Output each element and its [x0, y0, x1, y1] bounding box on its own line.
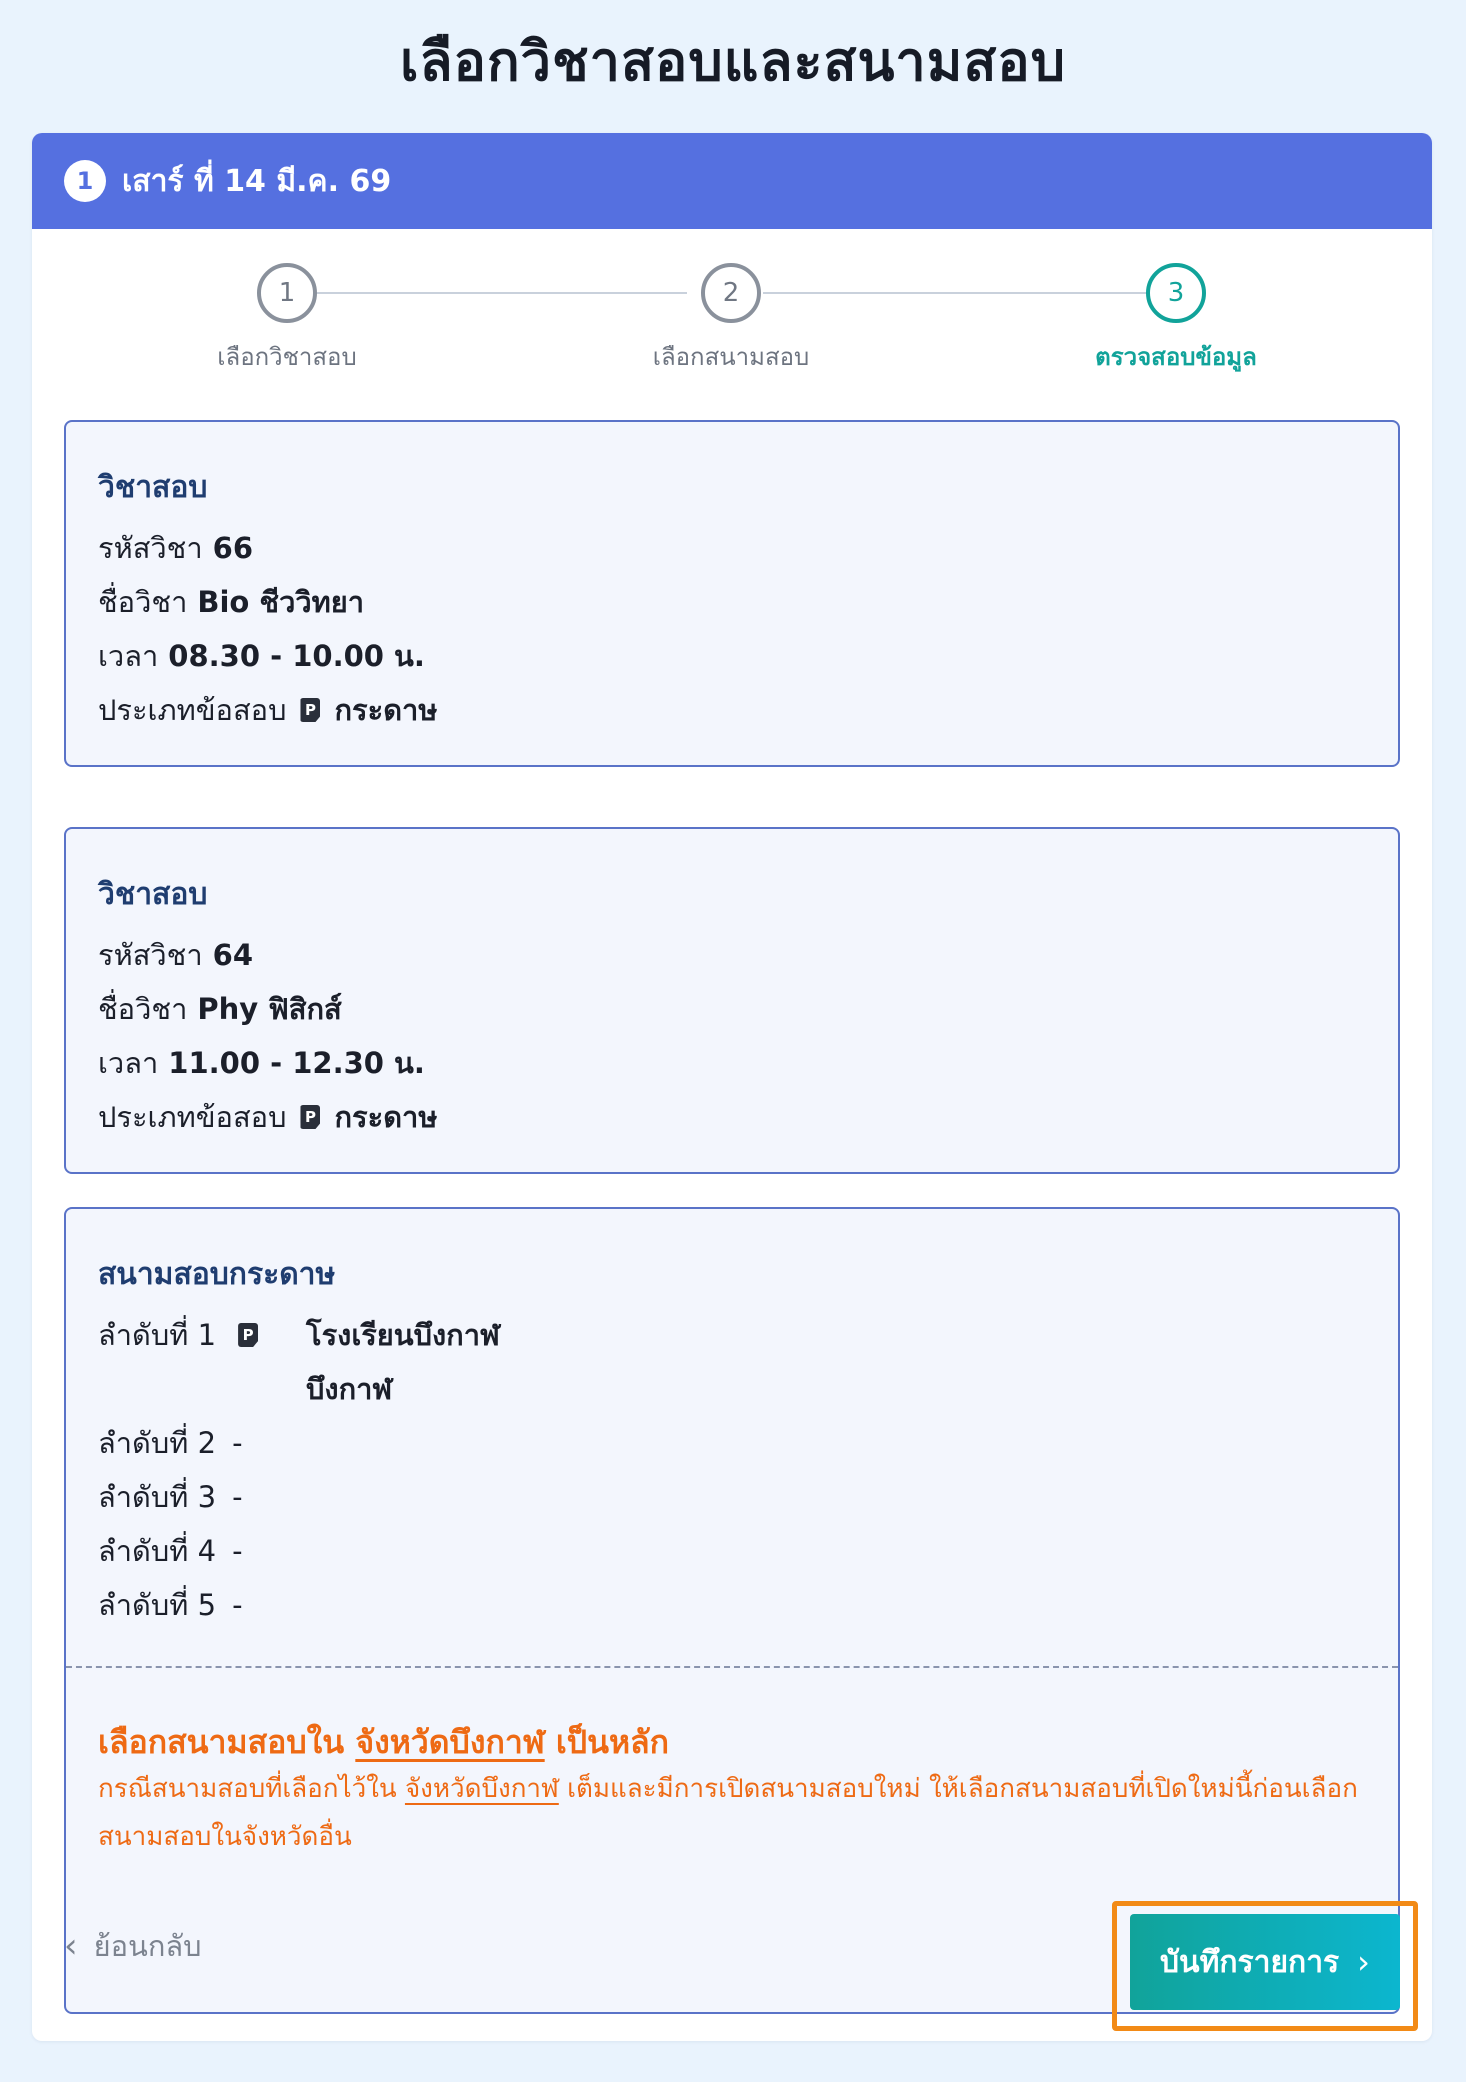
subject-name-row: ชื่อวิชา Phy ฟิสิกส์ — [98, 986, 342, 1032]
date-number-badge: 1 — [64, 160, 106, 202]
subject-box: วิชาสอบ รหัสวิชา 66 ชื่อวิชา Bio ชีววิทย… — [64, 420, 1400, 767]
subject-box: วิชาสอบ รหัสวิชา 64 ชื่อวิชา Phy ฟิสิกส์… — [64, 827, 1400, 1174]
exam-card: 1 เสาร์ ที่ 14 มี.ค. 69 1 เลือกวิชาสอบ 2… — [32, 133, 1432, 2041]
venue-empty-value: - — [232, 1588, 243, 1622]
province-note-title: เลือกสนามสอบใน จังหวัดบึงกาฬ เป็นหลัก — [98, 1717, 669, 1768]
subject-time-row: เวลา 08.30 - 10.00 น. — [98, 633, 425, 679]
date-header-text: เสาร์ ที่ 14 มี.ค. 69 — [122, 163, 392, 199]
venue-box: สนามสอบกระดาษ ลำดับที่ 1 P โรงเรียนบึงกา… — [64, 1207, 1400, 2014]
subject-time-row: เวลา 11.00 - 12.30 น. — [98, 1040, 425, 1086]
subject-type-label: ประเภทข้อสอบ — [98, 1100, 287, 1134]
save-label: บันทึกรายการ — [1160, 1944, 1340, 1980]
venue-rank-label: ลำดับที่ 2 — [98, 1426, 217, 1460]
paper-icon: P — [238, 1323, 259, 1347]
venue-name: โรงเรียนบึงกาฬ — [306, 1318, 500, 1352]
note-title-province: จังหวัดบึงกาฬ — [355, 1723, 545, 1761]
subject-name-label: ชื่อวิชา — [98, 992, 188, 1026]
step-label: เลือกสนามสอบ — [652, 343, 810, 371]
subject-name-label: ชื่อวิชา — [98, 585, 188, 619]
subject-time: 11.00 - 12.30 น. — [168, 1046, 425, 1080]
note-title-post: เป็นหลัก — [555, 1723, 670, 1761]
page-title: เลือกวิชาสอบและสนามสอบ — [400, 30, 1066, 93]
paper-icon: P — [300, 698, 321, 722]
venue-rank-1: ลำดับที่ 1 P — [98, 1312, 272, 1358]
save-button[interactable]: บันทึกรายการ › — [1130, 1914, 1400, 2010]
subject-name: Bio ชีววิทยา — [197, 585, 365, 619]
subject-name: Phy ฟิสิกส์ — [197, 992, 342, 1026]
subject-code-row: รหัสวิชา 64 — [98, 932, 253, 978]
chevron-right-icon: › — [1357, 1943, 1370, 1981]
note-text-pre: กรณีสนามสอบที่เลือกไว้ใน — [98, 1774, 397, 1804]
back-button[interactable]: ‹ ย้อนกลับ — [64, 1923, 202, 1969]
subject-type-label: ประเภทข้อสอบ — [98, 693, 287, 727]
subject-type: กระดาษ — [334, 693, 438, 727]
venue-title: สนามสอบกระดาษ — [98, 1257, 336, 1292]
step-number: 1 — [257, 263, 317, 323]
venue-rank-5: ลำดับที่ 5 - — [98, 1582, 243, 1628]
subject-time: 08.30 - 10.00 น. — [168, 639, 425, 673]
subject-code-row: รหัสวิชา 66 — [98, 525, 253, 571]
venue-rank-label: ลำดับที่ 1 — [98, 1318, 217, 1352]
province-note-text: กรณีสนามสอบที่เลือกไว้ใน จังหวัดบึงกาฬ เ… — [98, 1765, 1378, 1861]
subject-code-label: รหัสวิชา — [98, 938, 203, 972]
subject-title: วิชาสอบ — [98, 470, 208, 505]
step-review: 3 ตรวจสอบข้อมูล — [1026, 263, 1326, 376]
subject-code: 66 — [212, 531, 254, 565]
subject-name-row: ชื่อวิชา Bio ชีววิทยา — [98, 579, 364, 625]
date-header: 1 เสาร์ ที่ 14 มี.ค. 69 — [32, 133, 1432, 229]
venue-empty-value: - — [232, 1534, 243, 1568]
venue-empty-value: - — [232, 1426, 243, 1460]
step-number: 2 — [701, 263, 761, 323]
note-title-pre: เลือกสนามสอบใน — [98, 1723, 345, 1761]
venue-rank-4: ลำดับที่ 4 - — [98, 1528, 243, 1574]
dashed-divider — [66, 1666, 1398, 1668]
step-label: ตรวจสอบข้อมูล — [1095, 343, 1257, 371]
venue-rank-label: ลำดับที่ 4 — [98, 1534, 217, 1568]
step-number: 3 — [1146, 263, 1206, 323]
stepper: 1 เลือกวิชาสอบ 2 เลือกสนามสอบ 3 ตรวจสอบข… — [32, 263, 1432, 383]
note-text-province: จังหวัดบึงกาฬ — [404, 1774, 559, 1804]
subject-type: กระดาษ — [334, 1100, 438, 1134]
venue-empty-value: - — [232, 1480, 243, 1514]
subject-time-label: เวลา — [98, 1046, 159, 1080]
chevron-left-icon: ‹ — [64, 1926, 78, 1966]
paper-icon: P — [300, 1105, 321, 1129]
step-select-subject: 1 เลือกวิชาสอบ — [137, 263, 437, 376]
step-label: เลือกวิชาสอบ — [217, 343, 357, 371]
subject-title: วิชาสอบ — [98, 877, 208, 912]
subject-type-row: ประเภทข้อสอบ P กระดาษ — [98, 1094, 437, 1140]
step-select-venue: 2 เลือกสนามสอบ — [581, 263, 881, 376]
back-label: ย้อนกลับ — [93, 1929, 202, 1963]
subject-code: 64 — [212, 938, 254, 972]
subject-type-row: ประเภทข้อสอบ P กระดาษ — [98, 687, 437, 733]
venue-province: บึงกาฬ — [306, 1372, 393, 1406]
venue-rank-2: ลำดับที่ 2 - — [98, 1420, 243, 1466]
subject-code-label: รหัสวิชา — [98, 531, 203, 565]
venue-rank-label: ลำดับที่ 5 — [98, 1588, 217, 1622]
venue-rank-3: ลำดับที่ 3 - — [98, 1474, 243, 1520]
venue-rank-label: ลำดับที่ 3 — [98, 1480, 217, 1514]
subject-time-label: เวลา — [98, 639, 159, 673]
